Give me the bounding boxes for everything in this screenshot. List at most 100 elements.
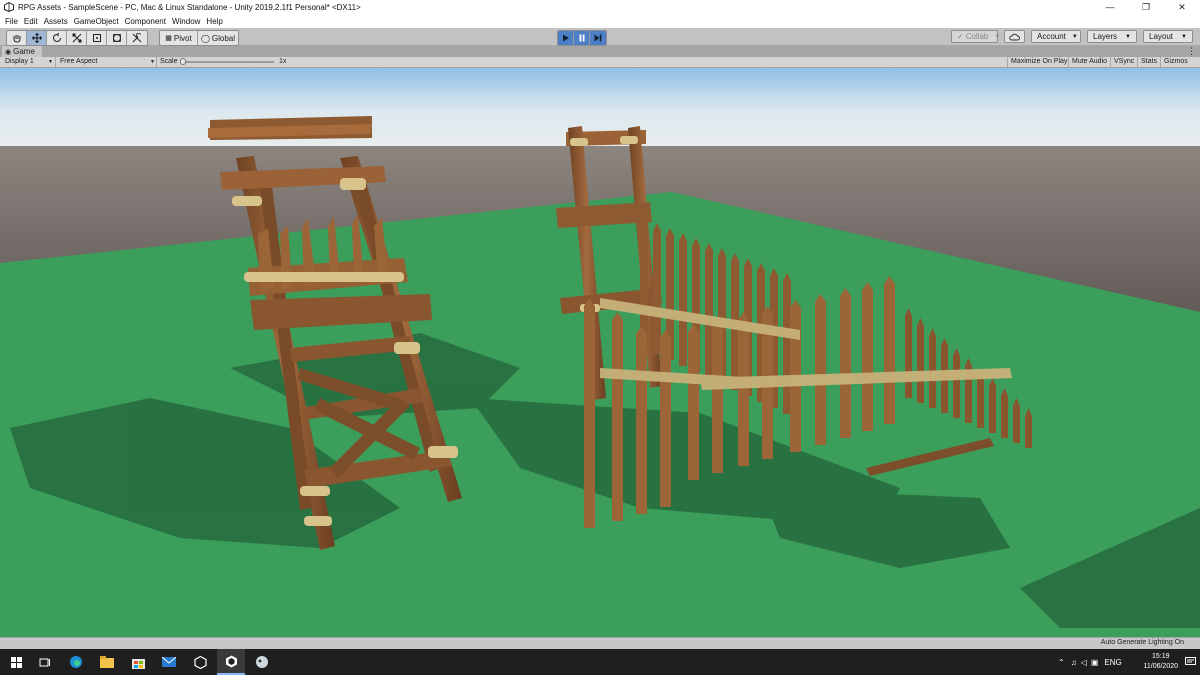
fence-post <box>783 273 791 414</box>
account-dropdown[interactable]: Account ▼ <box>1031 30 1081 43</box>
scene-render <box>0 68 1200 637</box>
rect-transform-icon <box>92 34 101 42</box>
fence-post <box>917 318 924 403</box>
unity-hub-icon <box>193 655 207 669</box>
clock-date: 11/06/2020 <box>1143 663 1178 670</box>
fence-post <box>705 243 713 378</box>
menu-window[interactable]: Window <box>169 17 203 26</box>
layers-label: Layers <box>1093 32 1118 41</box>
panel-menu-icon[interactable]: ⋮ <box>1187 46 1196 56</box>
rotate-tool-button[interactable] <box>47 31 67 45</box>
app-taskbar-button[interactable] <box>248 649 276 675</box>
stats-toggle[interactable]: Stats <box>1137 57 1160 67</box>
game-viewport[interactable] <box>0 68 1200 637</box>
scale-tool-button[interactable] <box>67 31 87 45</box>
layout-dropdown[interactable]: Layout ▼ <box>1143 30 1193 43</box>
restore-button[interactable]: ❐ <box>1128 0 1164 14</box>
windows-start-button[interactable] <box>2 649 30 675</box>
window-title: RPG Assets - SampleScene - PC, Mac & Lin… <box>18 2 361 12</box>
unity-logo-icon <box>4 2 14 12</box>
notification-center[interactable] <box>1185 649 1196 675</box>
mail-taskbar-button[interactable] <box>155 649 183 675</box>
network-icon[interactable]: ▣ <box>1091 658 1099 667</box>
game-tab-label: Game <box>13 47 35 56</box>
file-explorer-taskbar-button[interactable] <box>93 649 121 675</box>
unity-editor-taskbar-button[interactable] <box>217 649 245 675</box>
unity-hub-taskbar-button[interactable] <box>186 649 214 675</box>
pivot-icon: ▦ <box>165 35 172 42</box>
custom-tool-button[interactable] <box>127 31 147 45</box>
caret-down-icon: ▼ <box>48 59 53 65</box>
menu-component[interactable]: Component <box>122 17 169 26</box>
menu-file[interactable]: File <box>2 17 21 26</box>
collab-dropdown[interactable]: ✓ Collab ▼ <box>951 30 1000 43</box>
status-bar: Auto Generate Lighting On <box>0 637 1200 649</box>
task-view-icon <box>39 658 50 666</box>
fence-post <box>584 298 595 528</box>
unity-editor-icon <box>225 655 237 667</box>
play-button[interactable] <box>558 31 574 45</box>
volume-icon[interactable]: ◁ <box>1081 658 1087 667</box>
layout-label: Layout <box>1149 32 1174 41</box>
fence-post <box>840 288 851 438</box>
panel-tab-bar: ◉ Game ⋮ <box>0 46 1200 57</box>
global-toggle[interactable]: ◯ Global <box>198 31 238 45</box>
file-explorer-icon <box>100 656 114 668</box>
fence-post <box>679 233 687 366</box>
clock-time: 15:19 <box>1151 653 1170 660</box>
close-button[interactable]: ✕ <box>1164 0 1200 14</box>
rect-tool-button[interactable] <box>87 31 107 45</box>
edge-taskbar-button[interactable] <box>62 649 90 675</box>
move-tool-button[interactable] <box>27 31 47 45</box>
pivot-toggle[interactable]: ▦ Pivot <box>160 31 198 45</box>
menu-assets[interactable]: Assets <box>41 17 71 26</box>
game-tab[interactable]: ◉ Game <box>2 46 42 57</box>
vsync-toggle[interactable]: VSync <box>1110 57 1137 67</box>
caret-down-icon: ▼ <box>1181 33 1187 40</box>
hand-icon <box>13 35 20 43</box>
menu-gameobject[interactable]: GameObject <box>71 17 122 26</box>
windows-taskbar: ⌃ ♫ ◁ ▣ ENG 15:19 11/06/2020 <box>0 649 1200 675</box>
mute-audio-toggle[interactable]: Mute Audio <box>1068 57 1110 67</box>
caret-down-icon: ▼ <box>150 59 155 65</box>
taskbar-clock[interactable]: 15:19 11/06/2020 <box>1143 652 1178 672</box>
gizmos-dropdown[interactable]: Gizmos <box>1160 57 1191 67</box>
separator <box>156 57 157 67</box>
aspect-dropdown[interactable]: Free Aspect <box>60 57 97 67</box>
fence-post <box>884 276 895 424</box>
pause-button[interactable] <box>574 31 590 45</box>
pause-icon <box>579 34 584 42</box>
menu-help[interactable]: Help <box>203 17 225 26</box>
scale-value: 1x <box>279 58 287 65</box>
cloud-button[interactable] <box>1004 30 1025 43</box>
display-dropdown[interactable]: Display 1 <box>5 57 34 67</box>
transform-icon <box>112 34 121 42</box>
fence-post <box>815 294 826 445</box>
menu-edit[interactable]: Edit <box>21 17 41 26</box>
maximize-on-play-toggle[interactable]: Maximize On Play <box>1007 57 1070 67</box>
transform-tool-button[interactable] <box>107 31 127 45</box>
scale-slider-track[interactable] <box>182 61 274 63</box>
collab-label: Collab <box>965 32 989 41</box>
caret-down-icon: ▼ <box>1125 33 1131 40</box>
system-tray: ⌃ ♫ ◁ ▣ ENG <box>1058 649 1122 675</box>
globe-icon: ◯ <box>200 33 210 43</box>
scale-slider-handle[interactable] <box>180 58 186 65</box>
fence-post <box>1025 408 1032 448</box>
app-icon <box>256 656 268 668</box>
speaker-icon[interactable]: ♫ <box>1071 658 1077 667</box>
scale-icon <box>72 33 81 43</box>
fence-post <box>1013 398 1020 443</box>
step-button[interactable] <box>590 31 606 45</box>
task-view-button[interactable] <box>31 649 59 675</box>
layers-dropdown[interactable]: Layers ▼ <box>1087 30 1137 43</box>
notification-icon <box>1185 657 1196 665</box>
fence-post <box>738 312 749 466</box>
hand-tool-button[interactable] <box>7 31 27 45</box>
minimize-button[interactable]: — <box>1092 0 1128 14</box>
chevron-up-icon[interactable]: ⌃ <box>1058 658 1065 667</box>
check-icon: ✓ <box>957 32 964 41</box>
fence-post <box>905 308 912 398</box>
language-indicator[interactable]: ENG <box>1104 658 1121 667</box>
store-taskbar-button[interactable] <box>124 649 152 675</box>
